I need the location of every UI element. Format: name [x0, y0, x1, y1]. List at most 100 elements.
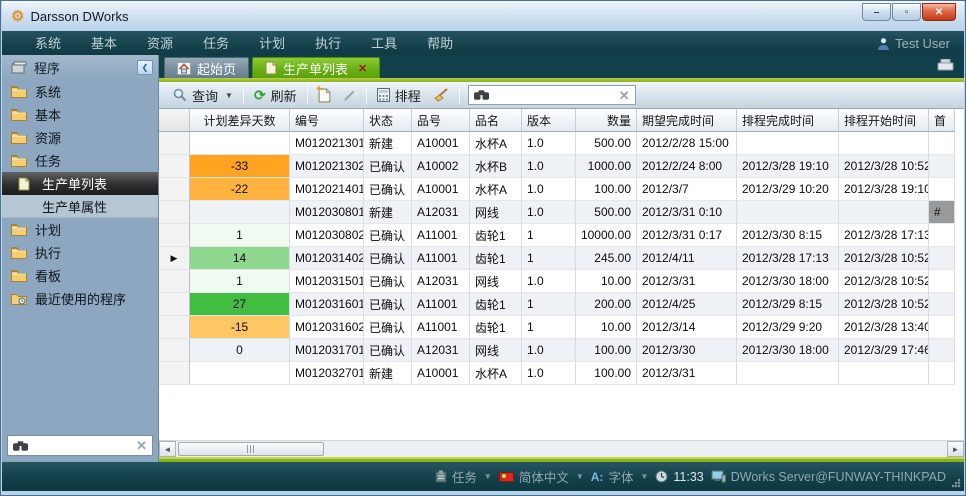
resize-grip[interactable] — [951, 478, 961, 488]
sidebar-item[interactable]: 任务 — [2, 149, 158, 172]
print-icon[interactable] — [937, 59, 954, 77]
row-selector[interactable] — [159, 339, 190, 362]
scroll-left-arrow[interactable]: ◄ — [159, 441, 176, 457]
column-header[interactable]: 品名 — [470, 109, 522, 132]
query-button[interactable]: 查询 ▼ — [167, 84, 239, 106]
task-dropdown[interactable]: 任务 ▼ — [435, 467, 492, 486]
menu-item-6[interactable]: 执行 — [300, 36, 356, 51]
column-header[interactable]: 状态 — [364, 109, 412, 132]
font-dropdown[interactable]: A: 字体 ▼ — [591, 467, 649, 486]
sidebar-collapse-button[interactable]: ❮ — [137, 60, 153, 75]
column-header[interactable]: 首 — [929, 109, 955, 132]
restore-button[interactable]: ▫ — [892, 3, 921, 21]
language-dropdown[interactable]: 简体中文 ▼ — [499, 467, 584, 486]
menu-item-7[interactable]: 工具 — [356, 36, 412, 51]
cell — [737, 132, 839, 155]
current-user[interactable]: Test User — [877, 36, 964, 51]
query-dropdown-caret[interactable]: ▼ — [225, 91, 233, 100]
column-header[interactable]: 排程完成时间 — [737, 109, 839, 132]
row-selector[interactable] — [159, 270, 190, 293]
toolbar: 查询 ▼ ⟳ 刷新 ✦ — [159, 82, 964, 109]
menu-item-4[interactable]: 任务 — [188, 36, 244, 51]
table-row[interactable]: -15M012031602已确认A11001齿轮1110.002012/3/14… — [159, 316, 955, 339]
sidebar-item[interactable]: 生产单列表 — [2, 172, 158, 195]
table-row[interactable]: 1M012030802已确认A11001齿轮1110000.002012/3/3… — [159, 224, 955, 247]
column-header[interactable]: 期望完成时间 — [637, 109, 737, 132]
sidebar-item[interactable]: 执行 — [2, 241, 158, 264]
cell: 1 — [522, 316, 576, 339]
row-selector[interactable] — [159, 155, 190, 178]
menu-item-3[interactable]: 资源 — [132, 36, 188, 51]
close-button[interactable]: ✕ — [922, 3, 956, 21]
refresh-button[interactable]: ⟳ 刷新 — [248, 84, 303, 106]
sidebar-search-clear-icon[interactable]: ✕ — [136, 439, 147, 452]
row-selector[interactable] — [159, 224, 190, 247]
row-selector[interactable] — [159, 362, 190, 385]
table-row[interactable]: M012030801新建A12031网线1.0500.002012/3/31 0… — [159, 201, 955, 224]
sidebar-item[interactable]: 最近使用的程序 — [2, 287, 158, 310]
cell: 500.00 — [576, 132, 637, 155]
table-row[interactable]: M012032701新建A10001水杯A1.0100.002012/3/31 — [159, 362, 955, 385]
scrollbar-thumb[interactable] — [178, 442, 324, 456]
horizontal-scrollbar[interactable]: ◄ ► — [159, 440, 964, 457]
column-header[interactable]: 计划差异天数 — [190, 109, 290, 132]
column-header[interactable]: 排程开始时间 — [839, 109, 929, 132]
sidebar-item[interactable]: 看板 — [2, 264, 158, 287]
column-header[interactable]: 品号 — [412, 109, 470, 132]
menu-item-5[interactable]: 计划 — [244, 36, 300, 51]
cell: 2012/3/29 9:20 — [737, 316, 839, 339]
cell: 新建 — [364, 362, 412, 385]
table-row[interactable]: 0M012031701已确认A12031网线1.0100.002012/3/30… — [159, 339, 955, 362]
title-bar[interactable]: ⚙ Darsson DWorks – ▫ ✕ — [2, 1, 964, 31]
sidebar-item[interactable]: 系统 — [2, 80, 158, 103]
sidebar-search-input[interactable] — [32, 438, 136, 454]
clear-schedule-button[interactable] — [427, 84, 455, 106]
sidebar-item[interactable]: 资源 — [2, 126, 158, 149]
sidebar-item[interactable]: 生产单属性 — [2, 195, 158, 218]
toolbar-search-input[interactable] — [493, 87, 619, 103]
plan-diff-cell: 27 — [190, 293, 290, 316]
row-selector[interactable] — [159, 201, 190, 224]
cell: 2012/3/30 — [637, 339, 737, 362]
cell: 500.00 — [576, 201, 637, 224]
menu-item-8[interactable]: 帮助 — [412, 36, 468, 51]
table-row[interactable]: 1M012031501已确认A12031网线1.010.002012/3/312… — [159, 270, 955, 293]
table-row[interactable]: 27M012031601已确认A11001齿轮11200.002012/4/25… — [159, 293, 955, 316]
font-icon: A: — [591, 470, 604, 484]
scroll-right-arrow[interactable]: ► — [947, 441, 964, 457]
plan-diff-cell: 1 — [190, 270, 290, 293]
cell: M012031501 — [290, 270, 364, 293]
tab-close-icon[interactable]: ✕ — [358, 62, 367, 75]
menu-item-1[interactable]: 系统 — [20, 36, 76, 51]
column-header[interactable]: 版本 — [522, 109, 576, 132]
row-selector[interactable] — [159, 293, 190, 316]
cell: 1.0 — [522, 155, 576, 178]
table-row[interactable]: -22M012021401已确认A10001水杯A1.0100.002012/3… — [159, 178, 955, 201]
sidebar-search-box[interactable]: ✕ — [7, 435, 153, 456]
row-selector[interactable] — [159, 316, 190, 339]
menu-item-2[interactable]: 基本 — [76, 36, 132, 51]
cell: 网线 — [470, 270, 522, 293]
cell: 1 — [522, 247, 576, 270]
row-selector[interactable] — [159, 132, 190, 155]
server-icon — [711, 470, 726, 483]
row-selector[interactable] — [159, 178, 190, 201]
sidebar-header: 程序 ❮ — [2, 55, 158, 80]
edit-record-button[interactable] — [337, 84, 362, 106]
minimize-button[interactable]: – — [862, 3, 891, 21]
sidebar-item[interactable]: 计划 — [2, 218, 158, 241]
sidebar-item[interactable]: 基本 — [2, 103, 158, 126]
table-row[interactable]: -33M012021302已确认A10002水杯B1.01000.002012/… — [159, 155, 955, 178]
current-row-marker[interactable]: ▶ — [159, 247, 190, 270]
tab-2[interactable]: 生产单列表✕ — [252, 57, 380, 78]
column-header[interactable]: 编号 — [290, 109, 364, 132]
table-row[interactable]: ▶14M012031402已确认A11001齿轮11245.002012/4/1… — [159, 247, 955, 270]
schedule-button[interactable]: 排程 — [371, 84, 427, 106]
new-record-button[interactable]: ✦ — [312, 84, 337, 106]
plan-diff-cell: 14 — [190, 247, 290, 270]
column-header[interactable]: 数量 — [576, 109, 637, 132]
toolbar-search-clear-icon[interactable]: ✕ — [619, 89, 630, 102]
table-row[interactable]: M012021301新建A10001水杯A1.0500.002012/2/28 … — [159, 132, 955, 155]
tab-1[interactable]: 起始页 — [164, 57, 249, 78]
toolbar-search-box[interactable]: ✕ — [468, 85, 636, 105]
